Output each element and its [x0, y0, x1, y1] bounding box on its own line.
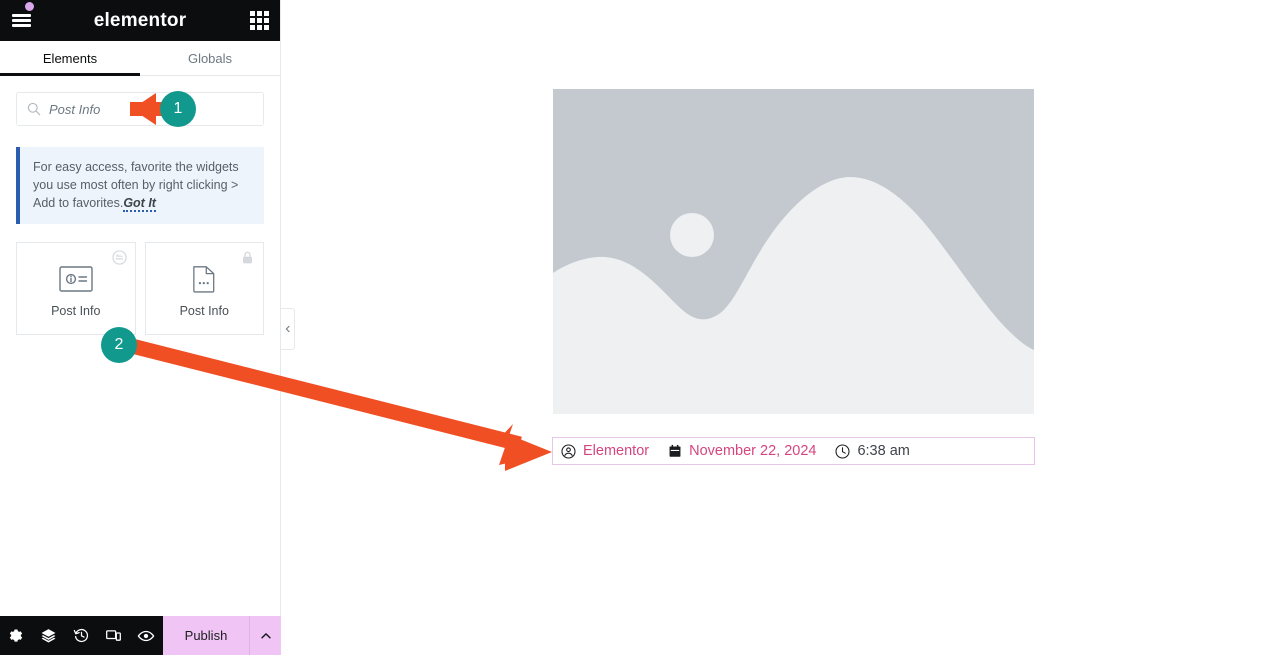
publish-button[interactable]: Publish: [162, 616, 250, 655]
editor-panel: elementor Elements Globals For easy acc: [0, 0, 282, 655]
search-section: [0, 76, 280, 126]
favorites-notice-text: For easy access, favorite the widgets yo…: [33, 158, 250, 212]
calendar-icon: [668, 444, 682, 458]
clock-icon: [835, 443, 850, 459]
widget-grid: Post Info Post Info: [16, 242, 264, 335]
person-circle-icon: [561, 443, 576, 459]
post-info-date: November 22, 2024: [668, 443, 816, 459]
publish-options-chevron-up-icon[interactable]: [249, 616, 282, 655]
elementor-editor: elementor Elements Globals For easy acc: [0, 0, 1280, 655]
eye-icon[interactable]: [130, 616, 163, 655]
post-info-widget[interactable]: Elementor November 22, 2024 6:38 am: [552, 437, 1035, 465]
history-icon[interactable]: [65, 616, 98, 655]
responsive-icon[interactable]: [98, 616, 131, 655]
post-info-author: Elementor: [561, 443, 649, 459]
gear-icon[interactable]: [0, 616, 33, 655]
widget-label: Post Info: [179, 303, 229, 318]
widget-label: Post Info: [51, 303, 101, 318]
post-info-time-text: 6:38 am: [857, 443, 910, 459]
got-it-link[interactable]: Got It: [123, 196, 156, 212]
annotation-step-badge-1: 1: [160, 91, 196, 127]
elementor-logo: elementor: [93, 9, 187, 31]
search-icon: [27, 102, 41, 116]
panel-footer: Publish: [0, 616, 282, 655]
post-info-icon: [59, 260, 93, 298]
widget-card-post-info-pro[interactable]: Post Info: [144, 242, 264, 335]
panel-collapse-chevron-left-icon[interactable]: [281, 308, 295, 350]
post-info-time: 6:38 am: [835, 443, 910, 459]
document-dots-icon: [192, 260, 216, 298]
lock-icon: [240, 250, 255, 265]
tab-elements[interactable]: Elements: [0, 41, 140, 76]
post-info-date-text: November 22, 2024: [689, 443, 817, 459]
tab-globals[interactable]: Globals: [140, 41, 280, 75]
panel-tabs: Elements Globals: [0, 41, 280, 76]
panel-header: elementor: [0, 0, 280, 41]
hamburger-icon[interactable]: [10, 9, 34, 31]
search-box[interactable]: [16, 92, 264, 126]
hero-image-placeholder[interactable]: [553, 89, 1034, 414]
widget-card-post-info-free[interactable]: Post Info: [16, 242, 136, 335]
post-info-author-text: Elementor: [583, 443, 650, 459]
annotation-step-badge-2: 2: [101, 327, 137, 363]
notification-dot-icon: [25, 2, 34, 11]
apps-grid-icon[interactable]: [250, 11, 269, 30]
favorites-notice: For easy access, favorite the widgets yo…: [16, 147, 264, 224]
layers-icon[interactable]: [33, 616, 66, 655]
pro-badge-icon: [111, 250, 127, 265]
editor-canvas: Elementor November 22, 2024 6:38 am: [281, 0, 1280, 655]
search-input[interactable]: [17, 101, 263, 117]
